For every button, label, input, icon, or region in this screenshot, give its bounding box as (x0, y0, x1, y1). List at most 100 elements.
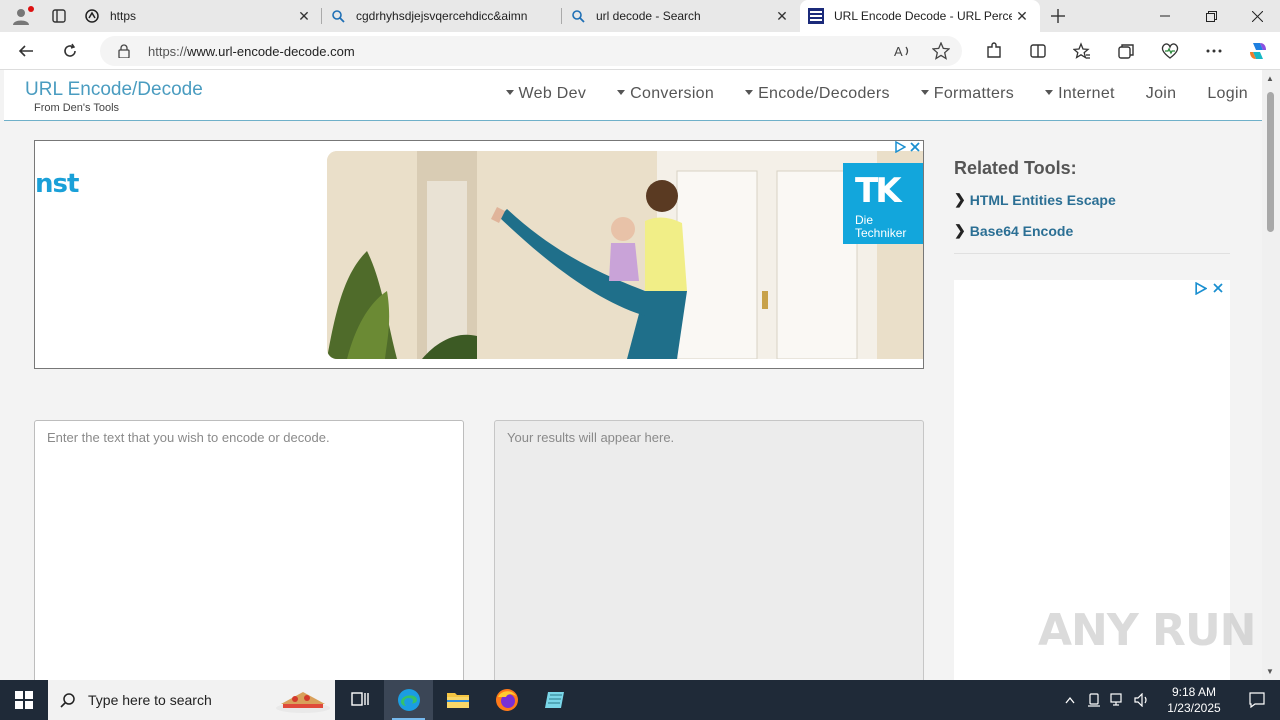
close-window-button[interactable] (1234, 0, 1280, 32)
scroll-up-icon[interactable]: ▲ (1266, 74, 1274, 83)
page-scrollbar[interactable]: ▲ ▼ (1262, 70, 1280, 680)
tray-network-icon[interactable] (1106, 693, 1130, 707)
scroll-down-icon[interactable]: ▼ (1266, 667, 1274, 676)
nav-internet[interactable]: Internet (1045, 85, 1115, 103)
divider (954, 253, 1230, 254)
scrollbar-thumb[interactable] (1267, 92, 1274, 232)
notification-center-button[interactable] (1234, 692, 1280, 708)
extensions-button[interactable] (972, 32, 1016, 70)
back-arrow-icon (18, 44, 33, 57)
taskbar-file-explorer[interactable] (433, 680, 482, 720)
notification-dot (28, 6, 34, 12)
ad-close-icon[interactable] (909, 141, 921, 153)
ad-photo[interactable] (327, 151, 923, 359)
related-link-html-entities[interactable]: ❯ HTML Entities Escape (954, 191, 1230, 208)
tk-logo[interactable]: TK Die Techniker (843, 163, 923, 244)
browser-essentials-button[interactable] (1148, 32, 1192, 70)
related-link-base64[interactable]: ❯ Base64 Encode (954, 222, 1230, 239)
ad-choices-icon[interactable] (1194, 282, 1207, 295)
browser-tab[interactable]: cgdrhyhsdjejsvqercehdicc&aimn (322, 0, 562, 32)
address-bar[interactable]: https://www.url-encode-decode.com A (100, 36, 962, 66)
taskbar-edge[interactable] (384, 680, 433, 720)
new-tab-button[interactable] (1040, 0, 1076, 32)
folder-icon (446, 693, 469, 708)
collections-button[interactable] (1104, 32, 1148, 70)
browser-tab[interactable]: https ✕ (76, 0, 322, 32)
show-hidden-icons[interactable] (1058, 696, 1082, 704)
windows-logo-icon (15, 691, 33, 709)
minimize-button[interactable] (1142, 0, 1188, 32)
close-tab-icon[interactable]: ✕ (1012, 8, 1032, 25)
clock-date: 1/23/2025 (1167, 701, 1221, 715)
tab-title: URL Encode Decode - URL Percen (834, 9, 1012, 23)
close-tab-icon[interactable]: ✕ (772, 8, 792, 25)
ad-close-icon[interactable] (1212, 282, 1224, 294)
anyrun-watermark: ANY RUN (1038, 605, 1256, 656)
taskbar-app[interactable] (531, 680, 580, 720)
site-brand[interactable]: URL Encode/Decode From Den's Tools (25, 79, 203, 114)
favorite-star-icon[interactable] (932, 42, 950, 60)
browser-tab-active[interactable]: URL Encode Decode - URL Percen ✕ (800, 0, 1040, 32)
search-icon (570, 8, 586, 24)
edge-browser-icon (397, 689, 420, 711)
nav-conversion[interactable]: Conversion (617, 85, 714, 103)
nav-web-dev[interactable]: Web Dev (505, 85, 587, 103)
taskbar-firefox[interactable] (482, 680, 531, 720)
tab-title: url decode - Search (596, 9, 701, 23)
tk-logo-mark: TK (855, 171, 902, 211)
start-button[interactable] (0, 680, 48, 720)
windows-taskbar: Type here to search 9:18 AM 1/23/2025 (0, 680, 1280, 720)
taskbar-search[interactable]: Type here to search (48, 680, 335, 720)
clock-time: 9:18 AM (1171, 685, 1217, 699)
nav-encode-decoders[interactable]: Encode/Decoders (745, 85, 890, 103)
nav-login[interactable]: Login (1207, 85, 1248, 103)
more-options-button[interactable] (1192, 32, 1236, 70)
taskbar-clock[interactable]: 9:18 AM 1/23/2025 (1154, 684, 1234, 716)
close-tab-icon[interactable]: ✕ (294, 8, 314, 25)
close-icon (1251, 10, 1263, 22)
favorites-button[interactable] (1060, 32, 1104, 70)
nav-formatters[interactable]: Formatters (920, 85, 1015, 103)
task-view-button[interactable] (335, 680, 384, 720)
window-controls (1142, 0, 1280, 32)
url-scheme: https:// (148, 43, 188, 59)
lock-icon[interactable] (118, 43, 134, 59)
browser-tool-icons (972, 32, 1280, 70)
banner-ad[interactable]: nst TK Die Techniker (34, 140, 924, 369)
profile-avatar[interactable] (0, 0, 42, 32)
encode-output[interactable] (494, 420, 924, 680)
site-title[interactable]: URL Encode/Decode (25, 79, 203, 101)
restore-icon (1205, 10, 1217, 22)
notepad-icon (544, 692, 564, 708)
address-bar-actions: A (894, 36, 950, 66)
refresh-button[interactable] (52, 35, 88, 67)
back-button[interactable] (8, 35, 44, 67)
url-host: www.url-encode-decode.com (187, 43, 355, 59)
copilot-icon (1250, 43, 1266, 59)
restore-button[interactable] (1188, 0, 1234, 32)
tray-device-icon[interactable] (1082, 693, 1106, 707)
caret-down-icon (745, 90, 754, 96)
ad-choices (1194, 282, 1224, 295)
heartbeat-icon (1161, 43, 1179, 59)
chevron-up-icon (1065, 696, 1075, 704)
device-icon (1088, 693, 1100, 707)
nav-label: Formatters (933, 85, 1015, 102)
split-screen-button[interactable] (1016, 32, 1060, 70)
tab-actions-button[interactable] (42, 0, 76, 32)
nav-join[interactable]: Join (1146, 85, 1177, 103)
caret-down-icon (617, 90, 626, 96)
address-url[interactable]: https://www.url-encode-decode.com (148, 44, 355, 59)
related-tools-heading: Related Tools: (954, 158, 1077, 178)
tray-volume-icon[interactable] (1130, 693, 1154, 707)
ad-choices-icon[interactable] (894, 141, 906, 153)
encode-input[interactable] (34, 420, 464, 680)
copilot-button[interactable] (1236, 32, 1280, 70)
read-aloud-icon[interactable]: A (894, 43, 912, 59)
ad-brand-text: nst (35, 169, 79, 199)
search-highlight-pie-icon (276, 692, 330, 713)
taskbar-search-placeholder: Type here to search (88, 692, 212, 708)
split-screen-icon (1030, 44, 1046, 58)
ad-photo-illustration (327, 151, 923, 359)
browser-tab[interactable]: url decode - Search ✕ (562, 0, 800, 32)
